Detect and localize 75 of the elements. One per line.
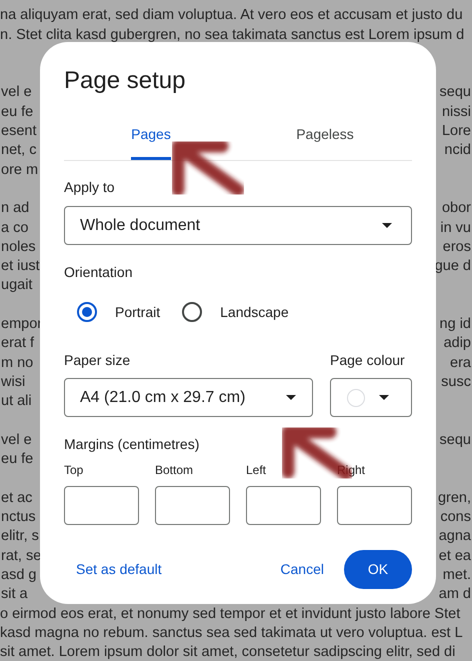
document-text: in vu xyxy=(440,218,472,238)
document-text: sit amet. Lorem ipsum dolor sit amet, consetetur sadipscing elitr, sed di xyxy=(0,644,456,660)
document-text: vel e xyxy=(0,83,32,102)
document-text: sequ xyxy=(440,430,472,450)
field-label: Orientation xyxy=(64,263,134,282)
document-text: erat f xyxy=(0,334,34,354)
document-text: n. Stet clita kasd gubergren, no sea takimata sanctus est Lorem ipsum d xyxy=(0,26,464,43)
caret-icon xyxy=(379,395,389,400)
document-text: elitr, s xyxy=(0,527,39,546)
document-text: sequ xyxy=(440,83,472,102)
document-text: adip xyxy=(444,334,472,354)
document-text: sit a xyxy=(0,585,28,604)
margin-input[interactable] xyxy=(155,486,230,525)
document-text: era xyxy=(450,354,472,373)
document-text: et iust xyxy=(0,257,40,276)
document-text: ncid xyxy=(444,141,472,160)
apply-to-select[interactable]: Whole document xyxy=(64,206,412,245)
document-text: Lore xyxy=(442,122,472,142)
document-text: empor xyxy=(0,315,42,334)
document-text: met. xyxy=(442,566,472,585)
margin-input[interactable] xyxy=(64,486,139,525)
document-text: ng id xyxy=(440,315,472,334)
document-text: et ac xyxy=(0,488,32,508)
field-label: Page colour xyxy=(330,351,406,370)
section-heading: Margins (centimetres) xyxy=(64,435,200,454)
document-text: nissi xyxy=(442,102,472,122)
document-text: eu fe xyxy=(0,102,34,122)
field-label: Apply to xyxy=(64,178,116,197)
document-text: cons xyxy=(440,508,472,528)
tab[interactable]: Pageless xyxy=(296,112,354,160)
document-text: a co xyxy=(0,218,28,238)
document-text: gue d xyxy=(434,257,472,276)
document-text: agna xyxy=(438,527,472,546)
tab[interactable]: Pages xyxy=(131,112,171,160)
radio-label[interactable]: Landscape xyxy=(220,302,289,322)
dialog-title: Page setup xyxy=(64,66,186,96)
document-text: kasd magna no rebum. sanctus sea sed takimata ut vero voluptua. est L xyxy=(0,624,463,641)
margin-input[interactable] xyxy=(246,486,321,525)
ok-button[interactable]: OK xyxy=(344,550,412,589)
document-text: esent xyxy=(0,122,36,142)
field-label: Left xyxy=(246,462,268,478)
document-text: et ea xyxy=(438,546,472,566)
margin-input[interactable] xyxy=(337,486,412,525)
radio-button[interactable] xyxy=(77,302,97,322)
set-as-default-button[interactable]: Set as default xyxy=(64,550,174,589)
document-text: susc xyxy=(441,372,472,392)
radio-button[interactable] xyxy=(182,302,202,322)
document-text: nctus xyxy=(0,508,36,528)
document-text: asd g xyxy=(0,566,36,585)
document-text: net, c xyxy=(0,141,36,160)
document-text: wisi xyxy=(0,372,26,392)
document-text: ut ali xyxy=(0,392,32,412)
document-text: o eirmod eos erat, et nonumy sed tempor et et invidunt justo labore Stet xyxy=(0,606,460,622)
document-text: m no xyxy=(0,354,34,373)
document-text: rat, se xyxy=(0,546,42,566)
field-label: Top xyxy=(64,462,84,478)
document-text: obor xyxy=(442,199,472,218)
document-text: n ad xyxy=(0,199,30,218)
field-label: Paper size xyxy=(64,351,132,370)
document-text: ugait xyxy=(0,276,32,296)
document-text: ore m xyxy=(0,160,38,180)
document-text: vel e xyxy=(0,430,32,450)
radio-label[interactable]: Portrait xyxy=(115,302,160,322)
document-text: noles xyxy=(0,238,36,257)
field-label: Bottom xyxy=(155,462,194,478)
document-text: gren, xyxy=(438,488,472,508)
caret-icon xyxy=(286,395,296,400)
paper-size-select[interactable]: A4 (21.0 cm x 29.7 cm) xyxy=(64,378,313,417)
document-text: am d xyxy=(438,585,472,604)
document-text: na aliquyam erat, sed diam voluptua. At vero eos et accusam et justo du xyxy=(0,7,463,24)
document-text: eu fe xyxy=(0,450,34,470)
cancel-button[interactable]: Cancel xyxy=(268,550,336,589)
caret-icon xyxy=(382,223,392,228)
page-colour-select[interactable] xyxy=(330,378,412,417)
document-text: eros xyxy=(442,238,472,257)
